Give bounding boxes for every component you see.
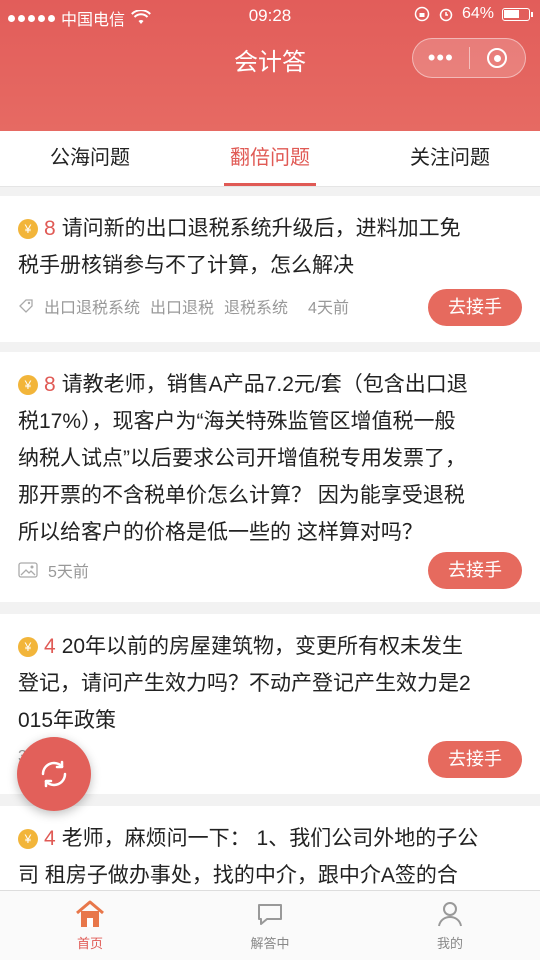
miniprogram-capsule: •••: [412, 38, 526, 78]
coin-icon: ¥: [18, 219, 38, 239]
question-line: 请问新的出口退税系统升级后，进料加工免: [61, 217, 461, 240]
question-line: 老师，麻烦问一下： 1、我们公司外地的子公: [61, 827, 479, 850]
question-line: 那开票的不含税单价怎么计算？ 因为能享受退税: [18, 484, 465, 507]
tag[interactable]: 退税系统: [224, 294, 288, 318]
take-question-button[interactable]: 去接手: [428, 289, 522, 326]
bottom-nav: 首页 解答中 我的: [0, 890, 540, 960]
nav-home[interactable]: 首页: [0, 891, 180, 960]
question-line: 税手册核销参与不了计算，怎么解决: [18, 254, 354, 277]
reward-amount: 8: [44, 217, 56, 240]
status-bar: 中国电信 09:28 64%: [0, 0, 540, 34]
question-line: 登记，请问产生效力吗？不动产登记产生效力是2: [18, 672, 471, 695]
question-text: ¥8 请问新的出口退税系统升级后，进料加工免: [18, 210, 522, 247]
home-icon: [76, 900, 104, 927]
close-circle-icon: [487, 48, 508, 68]
close-miniprogram-button[interactable]: [469, 48, 525, 68]
battery-fill: [504, 9, 519, 18]
chat-icon: [258, 904, 282, 925]
question-card[interactable]: ¥8 请问新的出口退税系统升级后，进料加工免 税手册核销参与不了计算，怎么解决 出…: [0, 196, 540, 342]
nav-label: 我的: [436, 936, 463, 951]
tab-double[interactable]: 翻倍问题: [180, 131, 360, 186]
question-text: ¥4 老师，麻烦问一下： 1、我们公司外地的子公: [18, 820, 522, 857]
tag-icon: [19, 299, 33, 313]
reward-amount: 4: [44, 827, 56, 850]
status-right: 64%: [414, 5, 533, 23]
question-tabs: 公海问题 翻倍问题 关注问题: [0, 131, 540, 187]
question-line: 所以给客户的价格是低一些的 这样算对吗？: [18, 521, 423, 544]
alarm-icon: [439, 8, 453, 22]
nav-answering[interactable]: 解答中: [180, 891, 360, 960]
tab-following[interactable]: 关注问题: [360, 131, 540, 186]
nav-label: 首页: [76, 936, 103, 951]
post-time: 4天前: [308, 300, 349, 317]
rotation-lock-icon: [414, 6, 430, 22]
refresh-button[interactable]: [17, 737, 91, 811]
reward-amount: 8: [44, 373, 56, 396]
take-question-button[interactable]: 去接手: [428, 552, 522, 589]
take-question-button[interactable]: 去接手: [428, 741, 522, 778]
question-line: 纳税人试点”以后要求公司开增值税专用发票了，: [18, 447, 466, 470]
nav-label: 解答中: [250, 936, 290, 951]
app-header: 中国电信 09:28 64% 会计答 •••: [0, 0, 540, 131]
user-icon: [438, 902, 462, 927]
refresh-icon: [41, 760, 67, 788]
question-line: 015年政策: [18, 709, 117, 732]
question-line: 请教老师，销售A产品7.2元/套（包含出口退: [61, 373, 468, 396]
image-icon: [18, 562, 38, 578]
tag[interactable]: 出口退税系统: [44, 294, 140, 318]
question-line: 20年以前的房屋建筑物，变更所有权未发生: [61, 635, 464, 658]
nav-mine[interactable]: 我的: [360, 891, 540, 960]
battery-icon: [502, 7, 533, 21]
question-meta: 出口退税系统 出口退税 退税系统 4天前: [18, 294, 349, 318]
coin-icon: ¥: [18, 829, 38, 849]
tag[interactable]: 出口退税: [150, 294, 214, 318]
question-card[interactable]: ¥4 老师，麻烦问一下： 1、我们公司外地的子公 司 租房子做办事处，找的中介，跟…: [0, 806, 540, 890]
coin-icon: ¥: [18, 375, 38, 395]
post-time: 5天前: [48, 564, 89, 581]
more-menu-button[interactable]: •••: [413, 38, 469, 78]
question-text: ¥8 请教老师，销售A产品7.2元/套（包含出口退: [18, 366, 522, 403]
tab-public[interactable]: 公海问题: [0, 131, 180, 186]
question-text: ¥4 20年以前的房屋建筑物，变更所有权未发生: [18, 628, 522, 665]
battery-percent: 64%: [461, 5, 494, 22]
question-line: 税17%），现客户为“海关特殊监管区增值税一般: [18, 410, 456, 433]
question-line: 司 租房子做办事处，找的中介，跟中介A签的合: [18, 864, 458, 887]
question-meta: 5天前: [18, 558, 89, 582]
coin-icon: ¥: [18, 637, 38, 657]
question-card[interactable]: ¥8 请教老师，销售A产品7.2元/套（包含出口退 税17%），现客户为“海关特殊…: [0, 352, 540, 602]
reward-amount: 4: [44, 635, 56, 658]
